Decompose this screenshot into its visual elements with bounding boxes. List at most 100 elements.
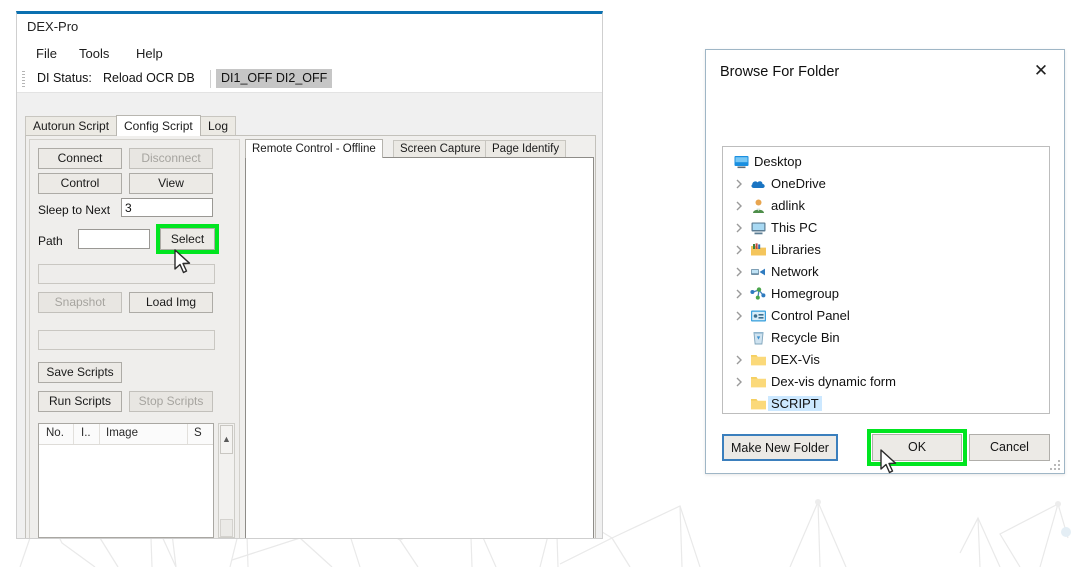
chevron-right-icon[interactable] bbox=[735, 223, 744, 233]
tree-label: Libraries bbox=[771, 242, 821, 257]
sleep-to-next-input[interactable]: 3 bbox=[121, 198, 213, 217]
controlpanel-icon bbox=[751, 310, 766, 322]
connect-button[interactable]: Connect bbox=[38, 148, 122, 169]
chevron-right-icon[interactable] bbox=[735, 245, 744, 255]
chevron-right-icon[interactable] bbox=[735, 377, 744, 387]
folder-tree[interactable]: Desktop OneDrive adlink This PC Librarie… bbox=[722, 146, 1050, 414]
tree-item-network[interactable]: Network bbox=[723, 261, 1049, 283]
dex-pro-window: DEX-Pro File Tools Help DI Status: Reloa… bbox=[16, 11, 603, 539]
tree-label: SCRIPT bbox=[768, 396, 822, 411]
tab-remote-control[interactable]: Remote Control - Offline bbox=[245, 139, 383, 158]
folder-icon bbox=[751, 377, 766, 388]
tree-item-libraries[interactable]: Libraries bbox=[723, 239, 1049, 261]
preview-pane: Remote Control - Offline Screen Capture … bbox=[245, 139, 594, 538]
status-strip-1 bbox=[38, 264, 215, 284]
column-divider[interactable] bbox=[99, 424, 100, 444]
tree-item-recycle-bin[interactable]: Recycle Bin bbox=[723, 327, 1049, 349]
tree-label: Network bbox=[771, 264, 819, 279]
tree-item-desktop[interactable]: Desktop bbox=[723, 151, 1049, 173]
script-list[interactable]: No. I.. Image S bbox=[38, 423, 214, 538]
tree-label: This PC bbox=[771, 220, 818, 235]
tree-label: DEX-Vis bbox=[771, 352, 820, 367]
ok-button[interactable]: OK bbox=[872, 434, 962, 461]
tree-item-homegroup[interactable]: Homegroup bbox=[723, 283, 1049, 305]
tree-label: Dex-vis dynamic form bbox=[771, 374, 896, 389]
scrollbar-thumb[interactable] bbox=[220, 519, 233, 537]
disconnect-button[interactable]: Disconnect bbox=[129, 148, 213, 169]
control-button[interactable]: Control bbox=[38, 173, 122, 194]
tree-item-dex-vis[interactable]: DEX-Vis bbox=[723, 349, 1049, 371]
column-header-no[interactable]: No. bbox=[46, 427, 64, 439]
dialog-title: Browse For Folder bbox=[720, 64, 840, 80]
tree-item-script[interactable]: SCRIPT bbox=[723, 393, 1049, 413]
reload-ocr-db-button[interactable]: Reload OCR DB bbox=[97, 69, 201, 88]
column-divider[interactable] bbox=[187, 424, 188, 444]
chevron-right-icon[interactable] bbox=[735, 311, 744, 321]
tab-page-identify[interactable]: Page Identify bbox=[485, 140, 567, 158]
chevron-right-icon[interactable] bbox=[735, 289, 744, 299]
tab-screen-capture[interactable]: Screen Capture bbox=[393, 140, 488, 158]
path-input[interactable] bbox=[78, 229, 150, 249]
tree-item-adlink[interactable]: adlink bbox=[723, 195, 1049, 217]
di-status-label: DI Status: bbox=[37, 71, 92, 85]
tab-autorun-script[interactable]: Autorun Script bbox=[25, 116, 118, 136]
menu-item-file[interactable]: File bbox=[32, 45, 61, 62]
menu-item-tools[interactable]: Tools bbox=[75, 45, 113, 62]
menu-bar: File Tools Help bbox=[17, 41, 602, 66]
cloud-icon bbox=[751, 181, 765, 188]
snapshot-button[interactable]: Snapshot bbox=[38, 292, 122, 313]
menu-item-help[interactable]: Help bbox=[132, 45, 167, 62]
tree-label: Recycle Bin bbox=[771, 330, 840, 345]
chevron-right-icon[interactable] bbox=[735, 179, 744, 189]
network-icon bbox=[751, 268, 765, 276]
desktop-icon bbox=[734, 156, 749, 169]
homegroup-icon bbox=[750, 287, 766, 300]
chevron-right-icon[interactable] bbox=[735, 355, 744, 365]
tree-label: Homegroup bbox=[771, 286, 839, 301]
remote-control-canvas[interactable] bbox=[245, 157, 594, 538]
resize-grip-icon[interactable] bbox=[1049, 459, 1061, 471]
load-img-button[interactable]: Load Img bbox=[129, 292, 213, 313]
toolbar: DI Status: Reload OCR DB DI1_OFF DI2_OFF bbox=[17, 66, 602, 93]
script-list-header: No. I.. Image S bbox=[39, 424, 213, 445]
cancel-button[interactable]: Cancel bbox=[969, 434, 1050, 461]
view-button[interactable]: View bbox=[129, 173, 213, 194]
script-list-scrollbar[interactable]: ▲ bbox=[218, 423, 235, 538]
select-button[interactable]: Select bbox=[160, 228, 215, 250]
chevron-right-icon[interactable] bbox=[735, 267, 744, 277]
column-header-i[interactable]: I.. bbox=[81, 427, 91, 439]
toolbar-separator bbox=[210, 70, 211, 88]
close-icon[interactable]: ✕ bbox=[1026, 59, 1056, 83]
computer-icon bbox=[751, 222, 766, 235]
make-new-folder-button[interactable]: Make New Folder bbox=[722, 434, 838, 461]
browse-for-folder-dialog: Browse For Folder ✕ Desktop OneDrive adl… bbox=[705, 49, 1065, 474]
path-label: Path bbox=[38, 234, 63, 248]
preview-tabstrip: Remote Control - Offline Screen Capture … bbox=[245, 139, 594, 158]
tree-item-onedrive[interactable]: OneDrive bbox=[723, 173, 1049, 195]
sleep-to-next-label: Sleep to Next bbox=[38, 203, 111, 217]
save-scripts-button[interactable]: Save Scripts bbox=[38, 362, 122, 383]
column-header-s[interactable]: S bbox=[194, 427, 202, 439]
libraries-icon bbox=[751, 243, 766, 256]
arrow-up-icon[interactable]: ▲ bbox=[220, 425, 233, 454]
folder-icon bbox=[751, 355, 766, 366]
window-title: DEX-Pro bbox=[27, 19, 79, 34]
column-divider[interactable] bbox=[73, 424, 74, 444]
tree-label: Control Panel bbox=[771, 308, 850, 323]
toolbar-grip[interactable] bbox=[22, 71, 25, 87]
tree-label: Desktop bbox=[754, 154, 802, 169]
chevron-right-icon[interactable] bbox=[735, 201, 744, 211]
tree-item-control-panel[interactable]: Control Panel bbox=[723, 305, 1049, 327]
config-script-page: Connect Disconnect Control View Sleep to… bbox=[25, 135, 596, 538]
main-tabstrip: Autorun Script Config Script Log bbox=[25, 115, 596, 136]
tab-log[interactable]: Log bbox=[200, 116, 237, 136]
tree-item-this-pc[interactable]: This PC bbox=[723, 217, 1049, 239]
window-titlebar: DEX-Pro bbox=[17, 14, 602, 41]
column-header-image[interactable]: Image bbox=[106, 427, 138, 439]
di-state-indicator: DI1_OFF DI2_OFF bbox=[216, 69, 333, 88]
tree-label: OneDrive bbox=[771, 176, 826, 191]
stop-scripts-button[interactable]: Stop Scripts bbox=[129, 391, 213, 412]
tab-config-script[interactable]: Config Script bbox=[116, 115, 201, 136]
tree-item-dex-vis-dynamic-form[interactable]: Dex-vis dynamic form bbox=[723, 371, 1049, 393]
run-scripts-button[interactable]: Run Scripts bbox=[38, 391, 122, 412]
